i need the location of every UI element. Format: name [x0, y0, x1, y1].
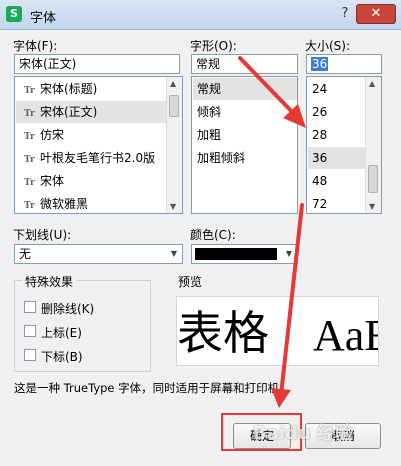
font-list-item[interactable]: Tr 宋体: [16, 170, 167, 192]
underline-value: 无: [19, 247, 32, 261]
close-button[interactable]: ✕: [356, 4, 396, 24]
subscript-checkbox[interactable]: [24, 349, 36, 361]
preview-title: 预览: [178, 275, 203, 289]
color-swatch: [195, 248, 277, 260]
superscript-checkbox[interactable]: [24, 325, 36, 337]
subscript-label: 下标(B): [41, 350, 83, 364]
font-input[interactable]: 宋体(正文): [14, 54, 180, 74]
size-item-label: 28: [312, 128, 328, 142]
font-list-item[interactable]: Tr 宋体(标题): [16, 78, 167, 100]
size-item-label: 26: [312, 105, 328, 119]
preview-text-en: AaE: [313, 311, 378, 360]
size-input[interactable]: 36: [306, 54, 382, 74]
font-list-item[interactable]: Tr 微软雅黑: [16, 193, 167, 213]
style-list[interactable]: 加粗倾斜 加粗 倾斜 常规: [191, 76, 298, 214]
size-item-label: 24: [312, 82, 328, 96]
font-item-label: 宋体(标题): [40, 82, 98, 96]
size-list-item[interactable]: 26: [308, 101, 367, 123]
style-list-item[interactable]: 加粗倾斜: [193, 147, 297, 169]
scroll-thumb[interactable]: [368, 165, 378, 193]
chevron-down-icon[interactable]: ▼: [166, 245, 182, 263]
font-item-label: 仿宋: [40, 128, 65, 142]
scroll-down-icon[interactable]: ▼: [170, 202, 176, 211]
style-label: 字形(O):: [190, 39, 237, 53]
baidu-watermark: Baidu 经验: [253, 423, 354, 444]
font-list-item[interactable]: Tr 宋体(正文): [16, 101, 167, 123]
size-label: 大小(S):: [305, 39, 351, 53]
superscript-label: 上标(E): [41, 326, 82, 340]
scroll-down-icon[interactable]: ▼: [369, 202, 375, 211]
help-icon[interactable]: ?: [337, 6, 353, 22]
size-list-item[interactable]: 72: [308, 193, 367, 213]
size-list-scrollbar[interactable]: ▲ ▼: [365, 77, 381, 213]
style-list-item[interactable]: 常规: [193, 78, 297, 100]
size-list-item[interactable]: 28: [308, 124, 367, 146]
size-item-label: 72: [312, 197, 328, 211]
size-item-label: 48: [312, 174, 328, 188]
font-label: 字体(F):: [13, 39, 58, 53]
effects-title: 特殊效果: [22, 273, 77, 290]
font-list[interactable]: Tr 微软雅黑 Tr 宋体 Tr 叶根友毛笔行书2.0版 Tr 仿宋 Tr 宋体(正文) Tr 宋体(…: [14, 76, 183, 214]
font-type-icon: Tr: [24, 109, 35, 119]
app-icon: S: [6, 6, 22, 22]
font-type-icon: Tr: [24, 178, 35, 188]
style-list-item[interactable]: 倾斜: [193, 101, 297, 123]
font-type-icon: Tr: [24, 86, 35, 96]
font-item-label: 宋体: [40, 174, 65, 188]
color-select[interactable]: ▼: [191, 244, 298, 264]
strikethrough-label: 删除线(K): [41, 302, 95, 316]
style-list-item[interactable]: 加粗: [193, 124, 297, 146]
underline-select[interactable]: 无 ▼: [14, 244, 183, 264]
style-item-label: 倾斜: [197, 105, 222, 119]
style-input[interactable]: 常规: [191, 54, 298, 74]
size-input-value: 36: [311, 57, 329, 71]
font-type-icon: Tr: [24, 201, 35, 211]
strikethrough-checkbox[interactable]: [24, 301, 36, 313]
font-list-scrollbar[interactable]: ▲ ▼: [166, 77, 182, 213]
size-list-item[interactable]: 24: [308, 78, 367, 100]
font-item-label: 宋体(正文): [40, 105, 98, 119]
scroll-up-icon[interactable]: ▲: [170, 79, 176, 88]
preview-text-cn: 表格: [177, 306, 269, 360]
style-item-label: 常规: [197, 82, 222, 96]
scroll-up-icon[interactable]: ▲: [369, 79, 375, 88]
size-list-item[interactable]: 48: [308, 170, 367, 192]
scroll-thumb[interactable]: [169, 95, 179, 117]
font-list-item[interactable]: Tr 叶根友毛笔行书2.0版: [16, 147, 167, 169]
dialog-title: 字体: [30, 11, 57, 26]
chevron-down-icon[interactable]: ▼: [281, 245, 297, 263]
font-list-item[interactable]: Tr 仿宋: [16, 124, 167, 146]
preview-box: 表格 AaE: [176, 296, 379, 366]
size-list-item[interactable]: 36: [308, 147, 367, 169]
style-item-label: 加粗: [197, 128, 222, 142]
font-type-icon: Tr: [24, 155, 35, 165]
font-type-icon: Tr: [24, 132, 35, 142]
font-info-text: 这是一种 TrueType 字体，同时适用于屏幕和打印机。: [14, 381, 291, 395]
font-item-label: 叶根友毛笔行书2.0版: [40, 151, 156, 165]
size-list[interactable]: 72 48 36 28 26 24 ▲ ▼: [306, 76, 382, 214]
color-label: 颜色(C):: [190, 228, 236, 242]
font-item-label: 微软雅黑: [40, 197, 89, 211]
style-item-label: 加粗倾斜: [197, 151, 246, 165]
underline-label: 下划线(U):: [13, 228, 72, 242]
size-item-label: 36: [312, 151, 328, 165]
